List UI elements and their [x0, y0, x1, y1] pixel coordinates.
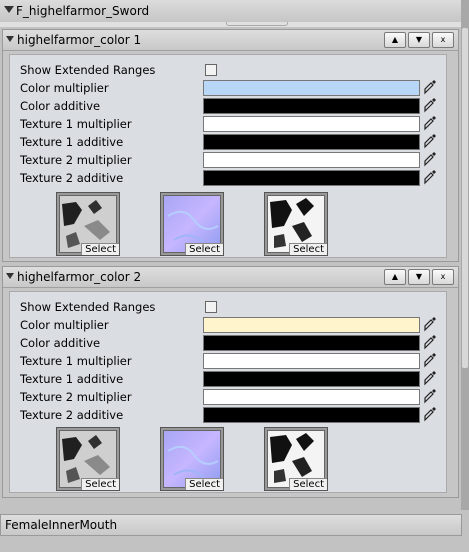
color-row: Color multiplier — [20, 316, 440, 334]
color-field[interactable] — [203, 152, 420, 168]
color-row: Color multiplier — [20, 79, 440, 97]
select-button[interactable]: Select — [289, 243, 327, 255]
panel-body-2: Show Extended Ranges Color multiplier Col… — [9, 291, 447, 493]
color-row-label: Color multiplier — [20, 81, 109, 95]
color-row-label: Texture 2 additive — [20, 408, 124, 422]
bottom-material-title: FemaleInnerMouth — [5, 518, 118, 532]
color-row: Color additive — [20, 97, 440, 115]
color-row-label: Texture 2 multiplier — [20, 390, 132, 404]
color-row-label: Color multiplier — [20, 318, 109, 332]
color-field[interactable] — [203, 98, 420, 114]
move-down-button[interactable]: ▼ — [408, 269, 430, 285]
collapse-triangle-icon[interactable] — [6, 273, 14, 279]
eyedropper-icon[interactable] — [423, 352, 437, 368]
color-row-label: Texture 2 multiplier — [20, 153, 132, 167]
color-row: Color additive — [20, 334, 440, 352]
color-row: Texture 1 multiplier — [20, 352, 440, 370]
color-row-label: Texture 2 additive — [20, 171, 124, 185]
collapse-triangle-icon[interactable] — [4, 6, 14, 13]
color-row-label: Color additive — [20, 99, 101, 113]
color-row-label: Texture 1 multiplier — [20, 354, 132, 368]
color-field[interactable] — [203, 80, 420, 96]
color-field[interactable] — [203, 389, 420, 405]
texture-slot-1[interactable]: Select — [56, 192, 120, 256]
eyedropper-icon[interactable] — [423, 388, 437, 404]
material-title: F_highelfarmor_Sword — [16, 4, 150, 18]
color-row: Texture 1 additive — [20, 133, 440, 151]
material-header[interactable]: F_highelfarmor_Sword — [0, 0, 461, 23]
texture-slot-3[interactable]: Select — [264, 192, 328, 256]
eyedropper-icon[interactable] — [423, 115, 437, 131]
color-row: Texture 1 multiplier — [20, 115, 440, 133]
close-button[interactable]: x — [432, 269, 454, 285]
show-extended-row: Show Extended Ranges — [20, 298, 440, 316]
move-down-button[interactable]: ▼ — [408, 32, 430, 48]
color-row-label: Color additive — [20, 336, 101, 350]
eyedropper-icon[interactable] — [423, 406, 437, 422]
eyedropper-icon[interactable] — [423, 79, 437, 95]
texture-slot-3[interactable]: Select — [264, 427, 328, 491]
color-row: Texture 2 additive — [20, 406, 440, 424]
select-button[interactable]: Select — [185, 478, 223, 490]
close-button[interactable]: x — [432, 32, 454, 48]
color-row-label: Texture 1 additive — [20, 135, 124, 149]
bottom-material-header[interactable]: FemaleInnerMouth — [0, 514, 462, 536]
color-field[interactable] — [203, 353, 420, 369]
color-row: Texture 2 multiplier — [20, 151, 440, 169]
eyedropper-icon[interactable] — [423, 151, 437, 167]
vertical-scrollbar[interactable] — [461, 0, 469, 510]
color-field[interactable] — [203, 335, 420, 351]
color-row-label: Texture 1 multiplier — [20, 117, 132, 131]
color-panel-1: highelfarmor_color 1 ▲ ▼ x Show Extended… — [2, 29, 459, 262]
color-panel-2: highelfarmor_color 2 ▲ ▼ x Show Extended… — [2, 266, 459, 498]
scrollbar-thumb[interactable] — [462, 28, 468, 368]
show-extended-label: Show Extended Ranges — [20, 63, 156, 77]
show-extended-label: Show Extended Ranges — [20, 300, 156, 314]
panel-title-2: highelfarmor_color 2 — [17, 270, 142, 284]
eyedropper-icon[interactable] — [423, 316, 437, 332]
color-row-label: Texture 1 additive — [20, 372, 124, 386]
collapse-triangle-icon[interactable] — [6, 36, 14, 42]
eyedropper-icon[interactable] — [423, 133, 437, 149]
select-button[interactable]: Select — [289, 478, 327, 490]
texture-slot-2[interactable]: Select — [160, 427, 224, 491]
color-row: Texture 2 additive — [20, 169, 440, 187]
strip-tab — [226, 22, 288, 26]
texture-slot-2[interactable]: Select — [160, 192, 224, 256]
color-row: Texture 1 additive — [20, 370, 440, 388]
panel-body-1: Show Extended Ranges Color multiplier Col… — [9, 54, 447, 258]
eyedropper-icon[interactable] — [423, 334, 437, 350]
eyedropper-icon[interactable] — [423, 370, 437, 386]
show-extended-checkbox[interactable] — [205, 64, 217, 76]
color-field[interactable] — [203, 134, 420, 150]
move-up-button[interactable]: ▲ — [384, 269, 406, 285]
show-extended-row: Show Extended Ranges — [20, 61, 440, 79]
color-field[interactable] — [203, 407, 420, 423]
panel-header-2[interactable]: highelfarmor_color 2 ▲ ▼ x — [3, 267, 458, 288]
color-field[interactable] — [203, 371, 420, 387]
color-field[interactable] — [203, 170, 420, 186]
eyedropper-icon[interactable] — [423, 169, 437, 185]
header-strip — [0, 22, 461, 27]
color-row: Texture 2 multiplier — [20, 388, 440, 406]
panel-title-1: highelfarmor_color 1 — [17, 33, 142, 47]
select-button[interactable]: Select — [81, 478, 119, 490]
show-extended-checkbox[interactable] — [205, 301, 217, 313]
color-field[interactable] — [203, 317, 420, 333]
texture-slot-1[interactable]: Select — [56, 427, 120, 491]
panel-header-1[interactable]: highelfarmor_color 1 ▲ ▼ x — [3, 30, 458, 51]
select-button[interactable]: Select — [185, 243, 223, 255]
move-up-button[interactable]: ▲ — [384, 32, 406, 48]
eyedropper-icon[interactable] — [423, 97, 437, 113]
select-button[interactable]: Select — [81, 243, 119, 255]
color-field[interactable] — [203, 116, 420, 132]
